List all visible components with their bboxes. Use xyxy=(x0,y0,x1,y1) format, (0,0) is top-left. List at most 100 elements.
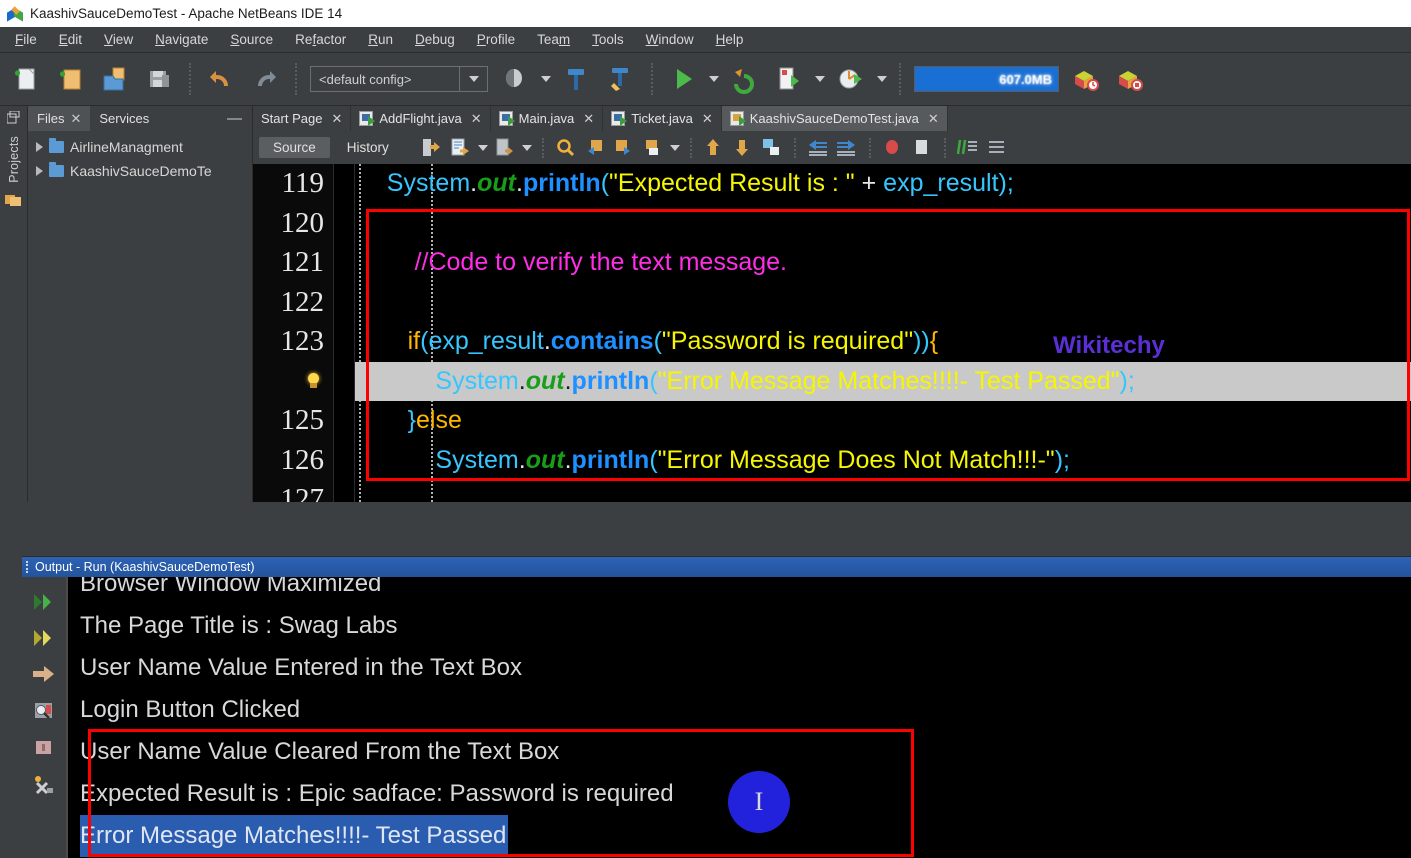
tab-source[interactable]: Source xyxy=(259,137,330,158)
menu-window[interactable]: Window xyxy=(635,29,705,50)
output-line[interactable]: User Name Value Cleared From the Text Bo… xyxy=(80,731,1411,773)
menu-view[interactable]: View xyxy=(93,29,144,50)
editor-tab-addflight[interactable]: AddFlight.java ✕ xyxy=(351,106,490,131)
output-line[interactable]: The Page Title is : Swag Labs xyxy=(80,605,1411,647)
generate-code-icon[interactable] xyxy=(492,135,518,161)
code-lines[interactable]: System.out.println("Expected Result is :… xyxy=(355,164,1411,502)
new-project-icon[interactable] xyxy=(50,58,92,100)
code-line[interactable]: System.out.println("Error Message Matche… xyxy=(355,362,1411,402)
shift-right-icon[interactable] xyxy=(834,135,860,161)
close-icon[interactable]: ✕ xyxy=(583,111,594,127)
tree-node-airline-managment[interactable]: AirlineManagment xyxy=(28,135,252,159)
editor-tab-ticket[interactable]: Ticket.java ✕ xyxy=(603,106,722,131)
next-bookmark-icon[interactable] xyxy=(611,135,637,161)
debug-file-icon[interactable] xyxy=(768,58,810,100)
hint-bulb-row[interactable] xyxy=(253,362,324,402)
menu-edit[interactable]: Edit xyxy=(48,29,93,50)
toggle-highlight-icon[interactable] xyxy=(759,135,785,161)
menu-run[interactable]: Run xyxy=(357,29,404,50)
new-file-icon[interactable] xyxy=(6,58,48,100)
drag-handle-icon[interactable] xyxy=(26,561,29,573)
run-project-icon[interactable] xyxy=(662,58,704,100)
code-line[interactable]: System.out.println("Expected Result is :… xyxy=(355,164,1411,204)
clean-build-icon[interactable] xyxy=(556,58,598,100)
chevron-down-icon[interactable] xyxy=(459,67,487,91)
menu-source[interactable]: Source xyxy=(219,29,284,50)
build-chevron-icon[interactable] xyxy=(538,59,554,99)
uncomment-icon[interactable] xyxy=(984,135,1010,161)
error-annotation-strip[interactable] xyxy=(333,164,355,502)
stop-icon[interactable] xyxy=(909,135,935,161)
lightbulb-hint-icon[interactable] xyxy=(305,371,322,392)
refactor-icon[interactable] xyxy=(448,135,474,161)
menu-help[interactable]: Help xyxy=(705,29,755,50)
close-icon[interactable]: ✕ xyxy=(928,111,939,127)
team-history-icon[interactable] xyxy=(1065,58,1107,100)
menu-team[interactable]: Team xyxy=(526,29,581,50)
previous-bookmark-icon[interactable] xyxy=(582,135,608,161)
output-settings-icon[interactable] xyxy=(33,775,55,798)
code-line[interactable]: //Code to verify the text message. xyxy=(355,243,1411,283)
close-icon[interactable]: ✕ xyxy=(70,111,81,127)
next-error-icon[interactable] xyxy=(730,135,756,161)
code-line[interactable]: }else xyxy=(355,401,1411,441)
clean-build-brush-icon[interactable] xyxy=(600,58,642,100)
profile-project-icon[interactable] xyxy=(830,58,872,100)
output-title-bar[interactable]: Output - Run (KaashivSauceDemoTest) xyxy=(22,557,1411,577)
projects-dock-bar[interactable]: Projects xyxy=(0,106,28,502)
chevron-right-icon[interactable] xyxy=(36,142,43,152)
minimize-pane-button[interactable]: — xyxy=(217,106,252,131)
code-line[interactable] xyxy=(355,283,1411,323)
output-line[interactable]: Browser Window Maximized xyxy=(80,577,1411,605)
menu-refactor[interactable]: Refactor xyxy=(284,29,357,50)
output-line[interactable]: Login Button Clicked xyxy=(80,689,1411,731)
build-project-icon[interactable] xyxy=(494,58,536,100)
close-icon[interactable]: ✕ xyxy=(471,111,482,127)
undo-icon[interactable] xyxy=(200,58,242,100)
rerun-icon[interactable] xyxy=(32,593,56,614)
editor-tab-start-page[interactable]: Start Page ✕ xyxy=(253,106,351,131)
code-line[interactable]: if(exp_result.contains("Password is requ… xyxy=(355,322,1411,362)
tab-services[interactable]: Services xyxy=(90,106,158,131)
menu-bar[interactable]: File Edit View Navigate Source Refactor … xyxy=(0,27,1411,53)
run-chevron-icon[interactable] xyxy=(706,59,722,99)
last-edit-icon[interactable] xyxy=(419,135,445,161)
menu-navigate[interactable]: Navigate xyxy=(144,29,219,50)
save-all-icon[interactable] xyxy=(138,58,180,100)
window-layout-icon[interactable] xyxy=(7,111,20,127)
rerun-alt-icon[interactable] xyxy=(32,629,56,650)
code-text-area[interactable]: System.out.println("Expected Result is :… xyxy=(355,164,1411,502)
comment-icon[interactable] xyxy=(955,135,981,161)
previous-error-icon[interactable] xyxy=(701,135,727,161)
code-line[interactable] xyxy=(355,204,1411,244)
toggle-bookmark-icon[interactable] xyxy=(640,135,666,161)
redo-icon[interactable] xyxy=(244,58,286,100)
editor-tab-kaashivsaucedemotest[interactable]: KaashivSauceDemoTest.java ✕ xyxy=(722,106,948,131)
toggle-breakpoint-icon[interactable] xyxy=(880,135,906,161)
tab-history[interactable]: History xyxy=(333,137,403,158)
output-line-selected[interactable]: Error Message Matches!!!!- Test Passed xyxy=(80,815,508,857)
menu-debug[interactable]: Debug xyxy=(404,29,466,50)
memory-usage-indicator[interactable]: 607.0MB xyxy=(914,66,1059,92)
close-icon[interactable]: ✕ xyxy=(331,111,342,127)
code-line[interactable] xyxy=(355,480,1411,502)
projects-tab-label[interactable]: Projects xyxy=(7,136,21,183)
editor-tab-main[interactable]: Main.java ✕ xyxy=(491,106,604,131)
code-line[interactable]: System.out.println("Error Message Does N… xyxy=(355,441,1411,481)
chevron-down-icon[interactable] xyxy=(521,135,533,161)
find-in-output-icon[interactable] xyxy=(33,701,55,724)
chevron-down-icon[interactable] xyxy=(669,135,681,161)
menu-file[interactable]: File xyxy=(4,29,48,50)
tree-node-kaashiv-sauce-demo[interactable]: KaashivSauceDemoTe xyxy=(28,159,252,183)
chevron-right-icon[interactable] xyxy=(36,166,43,176)
shift-left-icon[interactable] xyxy=(805,135,831,161)
project-config-combo[interactable]: <default config> xyxy=(310,66,488,92)
team-stop-icon[interactable] xyxy=(1109,58,1151,100)
debug-project-icon[interactable] xyxy=(724,58,766,100)
menu-profile[interactable]: Profile xyxy=(466,29,526,50)
profile-chevron-icon[interactable] xyxy=(874,59,890,99)
code-editor[interactable]: 119 120 121 122 123 125 126 127 128 xyxy=(253,164,1411,502)
find-selection-icon[interactable] xyxy=(553,135,579,161)
clear-output-icon[interactable] xyxy=(34,739,54,760)
close-icon[interactable]: ✕ xyxy=(702,111,713,127)
